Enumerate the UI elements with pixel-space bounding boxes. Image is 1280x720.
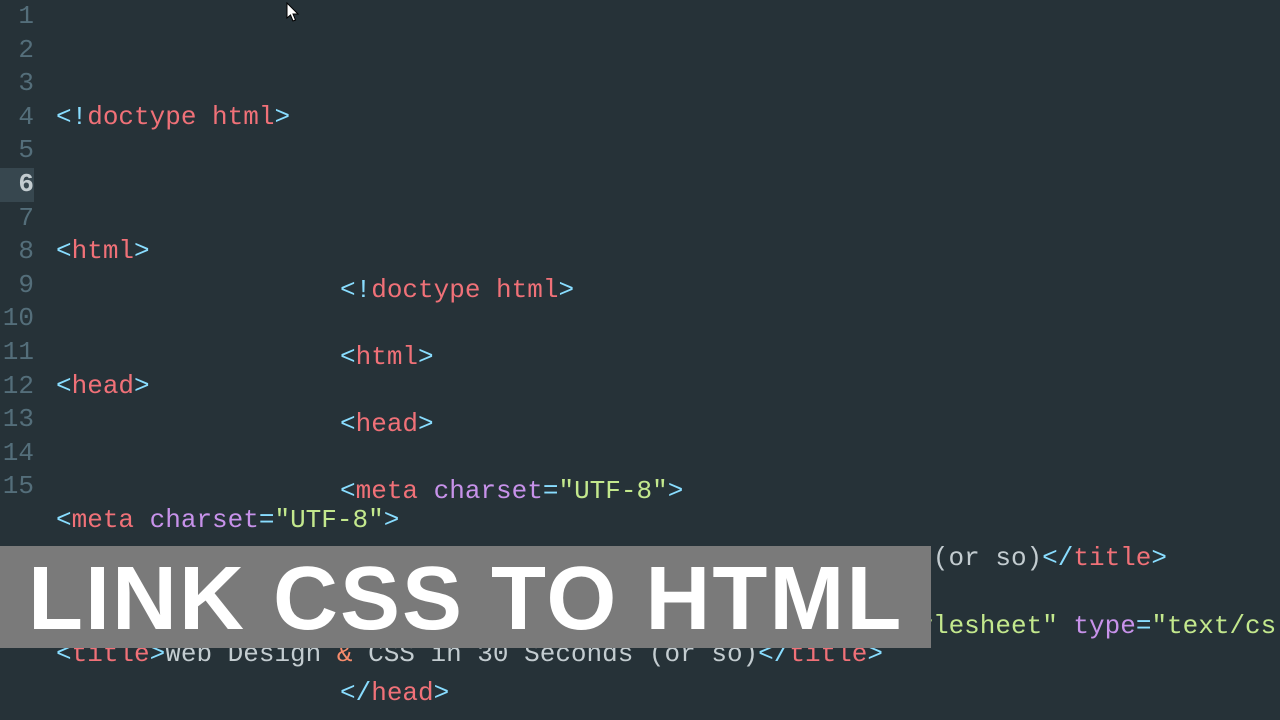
- line-number-active: 6: [0, 168, 34, 202]
- line-number: 5: [0, 134, 34, 168]
- line-number: 13: [0, 403, 34, 437]
- line-number: 7: [0, 202, 34, 236]
- line-number: 3: [0, 67, 34, 101]
- line-number: 4: [0, 101, 34, 135]
- line-number: 1: [0, 0, 34, 34]
- line-number: 11: [0, 336, 34, 370]
- line-number: 12: [0, 370, 34, 404]
- title-banner: LINK CSS TO HTML: [0, 546, 931, 648]
- line-number: 8: [0, 235, 34, 269]
- line-number: 2: [0, 34, 34, 68]
- line-number: 15: [0, 470, 34, 504]
- line-number: 10: [0, 302, 34, 336]
- code-line[interactable]: <!doctype html>: [56, 101, 1280, 135]
- line-number: 14: [0, 437, 34, 471]
- line-number: 9: [0, 269, 34, 303]
- banner-text: LINK CSS TO HTML: [28, 554, 903, 644]
